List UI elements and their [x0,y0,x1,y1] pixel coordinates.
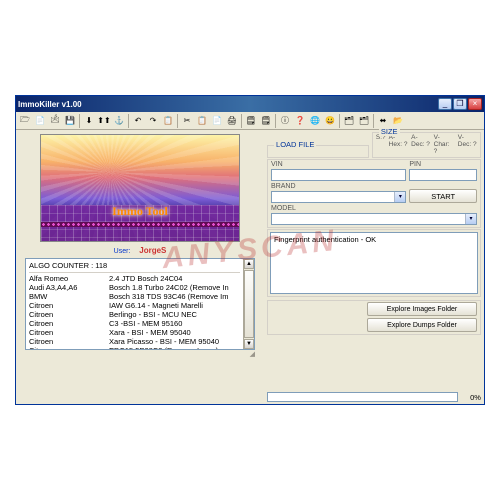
group-size: SIZE [379,127,400,136]
log-textarea[interactable]: Fingerprint authentication - OK [270,232,478,294]
splash-text: Immo Tool [41,204,239,219]
toolbar-button[interactable]: ↶ [131,114,145,128]
toolbar-button[interactable]: ❓ [293,114,307,128]
scroll-up-icon[interactable]: ▲ [244,259,254,269]
group-loadfile: LOAD FILE [274,140,316,149]
start-button[interactable]: START [409,189,477,203]
progress-bar [267,392,458,402]
toolbar-button[interactable]: 🖨 [225,114,239,128]
resizer-grip[interactable]: ◢ [25,350,255,358]
chevron-down-icon: ▾ [465,214,476,224]
toolbar-button[interactable]: ↷ [146,114,160,128]
minimize-button[interactable]: _ [438,98,452,110]
list-item[interactable]: CitroenEDC15 5P08C3 (Remove Immo) [29,346,240,350]
brand-select[interactable]: ▾ [271,191,406,203]
toolbar: 🗁📄🖄💾⬇⬆⬆⚓↶↷📋✂📋📄🖨🗒🗒ⓘ❓🌐😀🗂🗂⬌📂 [16,112,484,130]
list-item[interactable]: Audi A3,A4,A6Bosch 1.8 Turbo 24C02 (Remo… [29,283,240,292]
scrollbar[interactable]: ▲ ▼ [243,259,254,349]
toolbar-button[interactable]: 😀 [323,114,337,128]
list-item[interactable]: BMWBosch 318 TDS 93C46 (Remove Im [29,292,240,301]
toolbar-button[interactable]: 💾 [63,114,77,128]
maximize-button[interactable]: ❐ [453,98,467,110]
explore-images-button[interactable]: Explore Images Folder [367,302,477,316]
label-vin: VIN [271,161,406,168]
list-item[interactable]: CitroenBerlingo - BSI - MCU NEC [29,310,240,319]
label-pin: PIN [409,161,477,168]
label-brand: BRAND [271,183,406,190]
toolbar-button[interactable]: ⓘ [278,114,292,128]
toolbar-button[interactable]: 🖄 [48,114,62,128]
toolbar-button[interactable]: 🗒 [244,114,258,128]
toolbar-button[interactable]: ⬆⬆ [97,114,111,128]
pin-input[interactable] [409,169,477,181]
vin-input[interactable] [271,169,406,181]
progress-percent: 0% [461,393,481,402]
toolbar-button[interactable]: ⬇ [82,114,96,128]
splash-image: Immo Tool [40,134,240,242]
algo-listbox[interactable]: ALGO COUNTER : 118Alfa Romeo2.4 JTD Bosc… [25,258,255,350]
toolbar-button[interactable]: 🗒 [259,114,273,128]
toolbar-button[interactable]: 🗂 [342,114,356,128]
list-item[interactable]: Alfa Romeo2.4 JTD Bosch 24C04 [29,274,240,283]
toolbar-button[interactable]: 📋 [161,114,175,128]
list-item[interactable]: CitroenC3 -BSI - MEM 95160 [29,319,240,328]
toolbar-button[interactable]: ⬌ [376,114,390,128]
scroll-down-icon[interactable]: ▼ [244,339,254,349]
label-model: MODEL [271,205,477,212]
close-button[interactable]: × [468,98,482,110]
list-item[interactable]: CitroenXara - BSI - MEM 95040 [29,328,240,337]
chevron-down-icon: ▾ [394,192,405,202]
explore-dumps-button[interactable]: Explore Dumps Folder [367,318,477,332]
window-title: ImmoKiller v1.00 [18,100,437,109]
toolbar-button[interactable]: 📂 [391,114,405,128]
toolbar-button[interactable]: ✂ [180,114,194,128]
list-item[interactable]: CitroenIAW G6.14 - Magneti Marelli [29,301,240,310]
toolbar-button[interactable]: ⚓ [112,114,126,128]
toolbar-button[interactable]: 🗁 [18,114,32,128]
toolbar-button[interactable]: 📄 [210,114,224,128]
toolbar-button[interactable]: 🌐 [308,114,322,128]
list-item[interactable]: CitroenXara Picasso - BSI - MEM 95040 [29,337,240,346]
toolbar-button[interactable]: 📋 [195,114,209,128]
toolbar-button[interactable]: 🗂 [357,114,371,128]
scroll-thumb[interactable] [244,270,254,338]
user-line: User: JorgeS [114,246,167,255]
toolbar-button[interactable]: 📄 [33,114,47,128]
model-select[interactable]: ▾ [271,213,477,225]
